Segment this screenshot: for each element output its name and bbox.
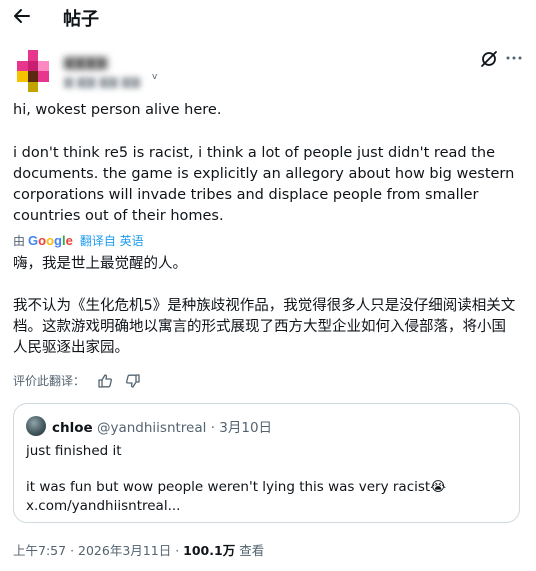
separator-dot: · [175, 543, 180, 558]
quoted-author-handle[interactable]: @yandhiisntreal [97, 420, 206, 436]
more-icon[interactable] [504, 48, 524, 68]
rate-translation-label: 评价此翻译： [13, 374, 86, 388]
quoted-post-date[interactable]: 3月10日 [219, 420, 272, 436]
grok-glyph-icon [481, 51, 497, 67]
translation-line2: 我不认为《生化危机5》是种族歧视作品，我觉得很多人只是没仔细阅读相关文档。这款游… [13, 298, 516, 356]
quoted-author-line: chloe @yandhiisntreal · 3月10日 [52, 416, 272, 436]
quoted-author-avatar[interactable] [26, 416, 46, 436]
translation-attribution: 由 Google 翻译自 英语 [13, 232, 144, 249]
dots-icon [506, 56, 522, 60]
google-logo: Google [28, 233, 73, 248]
thumbs-down-icon[interactable] [125, 373, 141, 389]
translated-from-link[interactable]: 翻译自 英语 [80, 232, 144, 249]
avatar-pixel [38, 50, 49, 61]
arrow-left-icon [14, 9, 30, 23]
quoted-text-line2: it was fun but wow people weren't lying … [26, 479, 446, 495]
author-handle[interactable]: ▆ ▆▆ ▆▆ ▆▆ [64, 74, 140, 88]
back-button[interactable] [10, 6, 34, 28]
quoted-text-line1: just finished it [26, 443, 122, 459]
post-date[interactable]: 2026年3月11日 [78, 543, 171, 558]
avatar-pixel [48, 50, 59, 61]
avatar-pixel [27, 60, 38, 71]
translation-line1: 嗨，我是世上最觉醒的人。 [13, 256, 187, 272]
avatar[interactable] [17, 50, 59, 92]
author-name[interactable]: ▆▆▆▆ [64, 54, 107, 70]
avatar-pixel [17, 60, 28, 71]
post-text-line2: i don't think re5 is racist, i think a l… [13, 145, 515, 224]
separator-dot: · [210, 420, 215, 436]
chevron-mark-icon: v [152, 72, 158, 82]
grok-icon[interactable] [478, 48, 500, 70]
avatar-pixel [48, 60, 59, 71]
rate-translation: 评价此翻译： [13, 372, 141, 389]
avatar-pixel [38, 71, 49, 82]
avatar-pixel [38, 60, 49, 71]
avatar-pixel [17, 81, 28, 92]
views-count: 100.1万 [183, 543, 236, 558]
views-label: 查看 [239, 543, 265, 558]
avatar-pixel [17, 50, 28, 61]
avatar-pixel [48, 71, 59, 82]
post-meta: 上午7:57 · 2026年3月11日 · 100.1万 查看 [13, 540, 264, 559]
avatar-pixel [38, 81, 49, 92]
post-text-line1: hi, wokest person alive here. [13, 102, 222, 118]
translated-by-label: 由 [13, 234, 26, 248]
quoted-author-name[interactable]: chloe [52, 420, 93, 436]
quoted-post[interactable]: chloe @yandhiisntreal · 3月10日 just finis… [13, 403, 520, 523]
post-time[interactable]: 上午7:57 [13, 543, 66, 558]
avatar-pixel [27, 50, 38, 61]
avatar-pixel [17, 71, 28, 82]
avatar-pixel [27, 71, 38, 82]
page-title: 帖子 [63, 9, 99, 30]
avatar-pixel [48, 81, 59, 92]
quoted-link[interactable]: x.com/yandhiisntreal... [26, 497, 180, 516]
post-header: 帖子 [0, 0, 536, 34]
thumbs-up-icon[interactable] [97, 373, 113, 389]
avatar-pixel [27, 81, 38, 92]
separator-dot: · [70, 543, 75, 558]
